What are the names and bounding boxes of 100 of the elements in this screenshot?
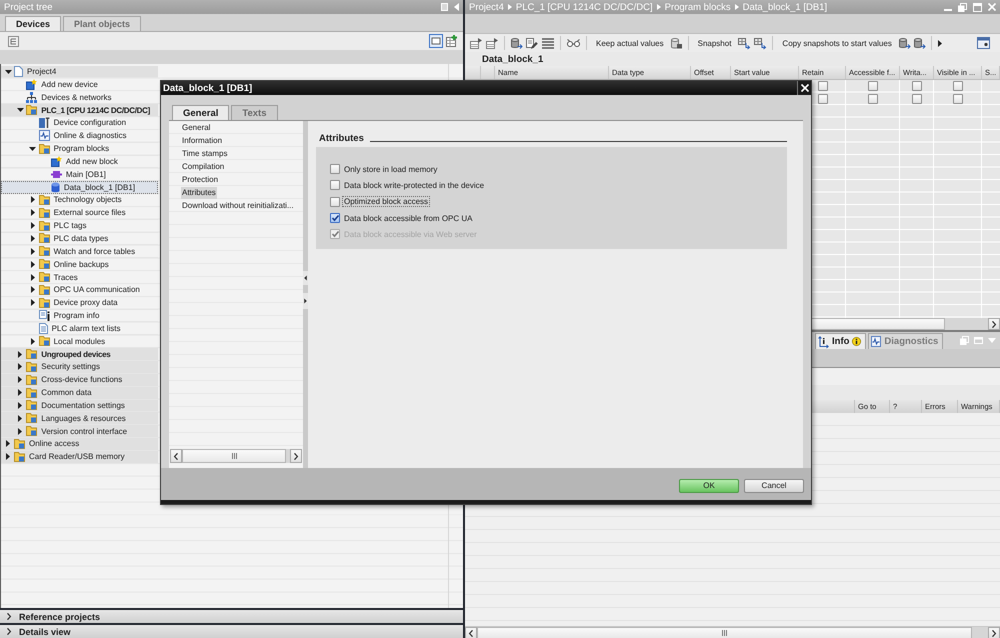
- tab[interactable]: Plant objects: [63, 16, 142, 31]
- caret-icon[interactable]: [18, 389, 22, 396]
- restore-icon[interactable]: [958, 2, 967, 12]
- checkbox[interactable]: [330, 164, 340, 174]
- arrow-right-icon[interactable]: [303, 293, 308, 309]
- database-arrow-icon[interactable]: [914, 38, 925, 48]
- caret-icon[interactable]: [30, 338, 35, 345]
- database-arrow-icon[interactable]: [511, 38, 522, 48]
- toolbar-button[interactable]: Keep actual values: [593, 36, 667, 50]
- arrow-left-icon[interactable]: [303, 271, 308, 285]
- tree-item[interactable]: Online backups: [1, 258, 158, 272]
- tree-item[interactable]: Watch and force tables: [1, 245, 158, 258]
- tab[interactable]: Info: [815, 333, 866, 349]
- panel-header[interactable]: Details view: [0, 623, 463, 638]
- tree-item[interactable]: Online & diagnostics: [1, 130, 158, 143]
- tree-item[interactable]: Cross-device functions: [1, 374, 158, 387]
- grid-arrow-icon[interactable]: [754, 38, 766, 48]
- checkbox[interactable]: [912, 94, 922, 104]
- triangle-left-icon[interactable]: [454, 3, 459, 11]
- dialog-button[interactable]: OK: [679, 478, 739, 492]
- nav-item[interactable]: Compilation: [181, 160, 226, 172]
- tree-item[interactable]: Add new device: [1, 78, 158, 92]
- checkbox[interactable]: [330, 196, 340, 207]
- tree-item[interactable]: Traces: [1, 271, 158, 284]
- scroll-thumb[interactable]: [477, 627, 972, 638]
- checkbox[interactable]: [818, 94, 828, 104]
- caret-icon[interactable]: [18, 363, 22, 370]
- checkbox[interactable]: [953, 81, 963, 92]
- tree-item[interactable]: Program blocks: [1, 142, 158, 156]
- checkbox[interactable]: [912, 81, 922, 92]
- nav-item[interactable]: Download without reinitializati...: [181, 200, 295, 212]
- tree-item[interactable]: Documentation settings: [1, 400, 158, 412]
- list-icon[interactable]: [542, 38, 554, 48]
- tab[interactable]: General: [172, 105, 230, 120]
- tree-item[interactable]: Version control interface: [1, 425, 158, 438]
- nav-item[interactable]: Information: [181, 134, 224, 146]
- window-icon[interactable]: [977, 37, 990, 49]
- nav-item[interactable]: Time stamps: [181, 148, 228, 160]
- caret-icon[interactable]: [4, 70, 12, 74]
- tree-item[interactable]: Program info: [1, 310, 158, 322]
- horizontal-scrollbar[interactable]: [170, 449, 302, 463]
- hierarchy-icon[interactable]: [8, 36, 19, 46]
- checkbox[interactable]: [868, 94, 878, 104]
- caret-icon[interactable]: [18, 414, 22, 422]
- scroll-right-button[interactable]: [988, 318, 1000, 330]
- tree-item[interactable]: OPC UA communication: [1, 284, 158, 297]
- close-button[interactable]: [797, 81, 811, 95]
- caret-icon[interactable]: [30, 248, 35, 255]
- caret-icon[interactable]: [30, 196, 35, 204]
- caret-right-icon[interactable]: [938, 40, 942, 46]
- caret-icon[interactable]: [18, 428, 22, 435]
- checkbox[interactable]: [953, 94, 963, 104]
- caret-icon[interactable]: [18, 376, 22, 384]
- window-toggle-icon[interactable]: [429, 34, 443, 48]
- scroll-thumb[interactable]: [182, 449, 286, 463]
- tree-item[interactable]: Ungrouped devices: [1, 348, 158, 361]
- nav-item[interactable]: General: [181, 122, 212, 134]
- caret-icon[interactable]: [30, 260, 35, 268]
- tree-item[interactable]: Common data: [1, 386, 158, 400]
- scroll-right-button[interactable]: [988, 627, 1000, 638]
- caret-icon[interactable]: [30, 222, 35, 230]
- horizontal-scrollbar[interactable]: [465, 626, 1000, 638]
- caret-icon[interactable]: [30, 234, 35, 242]
- scroll-right-button[interactable]: [290, 449, 302, 463]
- grid-arrow-icon[interactable]: [738, 38, 750, 48]
- tab[interactable]: Devices: [5, 16, 62, 31]
- tree-item[interactable]: PLC data types: [1, 232, 158, 246]
- database-arrow-icon[interactable]: [898, 38, 910, 48]
- checkbox[interactable]: [818, 81, 828, 92]
- caret-icon[interactable]: [30, 274, 35, 281]
- tree-item[interactable]: Device proxy data: [1, 296, 158, 310]
- glasses-icon[interactable]: [567, 39, 580, 47]
- panel-header[interactable]: Reference projects: [0, 608, 463, 623]
- nav-item[interactable]: Attributes: [181, 186, 217, 198]
- toolbar-button[interactable]: Copy snapshots to start values: [779, 36, 895, 50]
- tree-item[interactable]: PLC alarm text lists: [1, 322, 158, 336]
- close-icon[interactable]: [988, 3, 996, 11]
- toolbar-button[interactable]: Snapshot: [694, 36, 734, 50]
- caret-icon[interactable]: [6, 440, 10, 448]
- tree-item[interactable]: PLC tags: [1, 220, 158, 233]
- tree-item[interactable]: External source files: [1, 206, 158, 220]
- scroll-left-button[interactable]: [465, 627, 477, 638]
- scroll-left-button[interactable]: [170, 449, 182, 463]
- checkbox[interactable]: [330, 180, 340, 190]
- tree-item[interactable]: Online access: [1, 438, 158, 451]
- tree-item[interactable]: PLC_1 [CPU 1214C DC/DC/DC]: [1, 104, 158, 117]
- caret-icon[interactable]: [16, 108, 24, 112]
- tree-item[interactable]: Device configuration: [1, 116, 158, 130]
- maximize-icon[interactable]: [973, 2, 982, 12]
- caret-icon[interactable]: [18, 350, 22, 358]
- tree-item[interactable]: Card Reader/USB memory: [1, 450, 158, 464]
- tree-item[interactable]: Add new block: [1, 156, 158, 168]
- caret-icon[interactable]: [6, 453, 10, 460]
- caret-icon[interactable]: [30, 299, 35, 306]
- caret-icon[interactable]: [29, 146, 36, 151]
- checkbox[interactable]: [868, 81, 878, 92]
- edit-icon[interactable]: [526, 38, 538, 48]
- tree-item[interactable]: Languages & resources: [1, 412, 158, 426]
- dialog-button[interactable]: Cancel: [744, 478, 804, 492]
- database-lock-icon[interactable]: [670, 38, 682, 48]
